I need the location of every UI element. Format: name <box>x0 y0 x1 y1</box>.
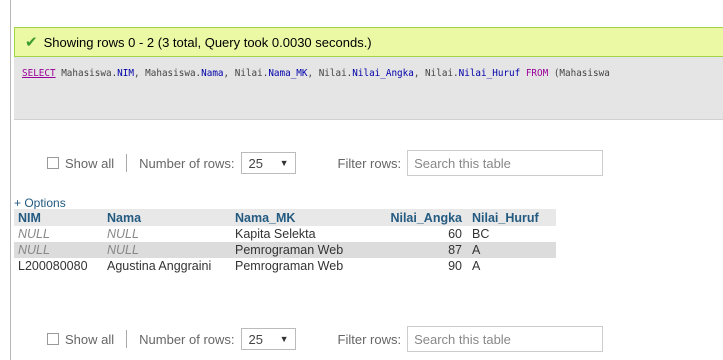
cell-nilai-huruf: BC <box>468 226 556 242</box>
table-row[interactable]: NULL NULL Kapita Selekta 60 BC <box>14 226 556 242</box>
cell-nama-mk: Pemrograman Web <box>231 242 367 258</box>
search-table-input[interactable] <box>407 326 604 352</box>
number-of-rows-label: Number of rows: <box>139 331 235 347</box>
sql-text-segment: , Nilai. <box>307 68 353 79</box>
sql-column-name: Nama <box>201 68 224 79</box>
sql-keyword: FROM <box>525 68 549 79</box>
column-header-nim[interactable]: NIM <box>14 209 103 226</box>
sql-query-box: SELECT Mahasiswa.NIM, Mahasiswa.Nama, Ni… <box>14 57 723 120</box>
cell-nim: L200080080 <box>14 258 103 274</box>
frame-left-border <box>10 0 11 360</box>
cell-nilai-huruf: A <box>468 242 556 258</box>
sql-column-name: Nama_MK <box>268 68 308 79</box>
sql-text-segment: (Mahasiswa <box>548 68 610 79</box>
cell-nama: Agustina Anggraini <box>103 258 231 274</box>
cell-nama: NULL <box>103 226 231 242</box>
dropdown-arrow-icon: ▼ <box>279 158 289 168</box>
cell-nim: NULL <box>14 242 103 258</box>
rows-per-page-value: 25 <box>248 331 263 347</box>
filter-rows-label: Filter rows: <box>337 331 402 347</box>
table-row[interactable]: L200080080 Agustina Anggraini Pemrograma… <box>14 258 556 274</box>
sql-text-segment: , Nilai. <box>223 68 269 79</box>
cell-nilai-huruf: A <box>468 258 556 274</box>
column-header-nama-mk[interactable]: Nama_MK <box>231 209 367 226</box>
table-header-row: NIM Nama Nama_MK Nilai_Angka Nilai_Huruf <box>14 209 556 226</box>
sql-column-name: Nilai_Huruf <box>458 68 521 79</box>
cell-nama-mk: Pemrograman Web <box>231 258 367 274</box>
success-message-bar: ✔ Showing rows 0 - 2 (3 total, Query too… <box>14 27 723 57</box>
table-navigation-top: Show all Number of rows: 25 ▼ Filter row… <box>47 150 604 176</box>
sql-select-keyword[interactable]: SELECT <box>22 68 56 79</box>
cell-nilai-angka: 60 <box>367 226 468 242</box>
column-header-nama[interactable]: Nama <box>103 209 231 226</box>
sql-text-segment: , Nilai. <box>413 68 459 79</box>
cell-nilai-angka: 87 <box>367 242 468 258</box>
show-all-label: Show all <box>65 331 115 347</box>
sql-text-segment: Mahasiswa. <box>55 68 118 79</box>
number-of-rows-label: Number of rows: <box>139 155 235 171</box>
cell-nim: NULL <box>14 226 103 242</box>
rows-per-page-select[interactable]: 25 ▼ <box>240 152 296 174</box>
column-header-nilai-huruf[interactable]: Nilai_Huruf <box>468 209 556 226</box>
dropdown-arrow-icon: ▼ <box>279 334 289 344</box>
sql-query-text[interactable]: SELECT Mahasiswa.NIM, Mahasiswa.Nama, Ni… <box>22 68 610 79</box>
options-link[interactable]: + Options <box>14 196 66 210</box>
sql-query-rest: Mahasiswa.NIM, Mahasiswa.Nama, Nilai.Nam… <box>56 68 610 79</box>
success-message-text: Showing rows 0 - 2 (3 total, Query took … <box>43 34 372 50</box>
table-row[interactable]: NULL NULL Pemrograman Web 87 A <box>14 242 556 258</box>
sql-column-name: Nilai_Angka <box>352 68 414 79</box>
show-all-checkbox[interactable] <box>47 157 59 169</box>
show-all-checkbox[interactable] <box>47 333 59 345</box>
filter-rows-label: Filter rows: <box>337 155 402 171</box>
search-table-input[interactable] <box>407 150 604 176</box>
rows-per-page-select[interactable]: 25 ▼ <box>240 328 296 350</box>
column-header-nilai-angka[interactable]: Nilai_Angka <box>367 209 468 226</box>
divider <box>126 330 128 348</box>
show-all-label: Show all <box>65 155 115 171</box>
cell-nilai-angka: 90 <box>367 258 468 274</box>
divider <box>126 154 128 172</box>
results-table: NIM Nama Nama_MK Nilai_Angka Nilai_Huruf… <box>14 209 556 274</box>
table-navigation-bottom: Show all Number of rows: 25 ▼ Filter row… <box>47 326 604 352</box>
sql-text-segment: , Mahasiswa. <box>133 68 202 79</box>
rows-per-page-value: 25 <box>248 155 263 171</box>
cell-nama-mk: Kapita Selekta <box>231 226 367 242</box>
cell-nama: NULL <box>103 242 231 258</box>
sql-column-name: NIM <box>117 68 134 79</box>
checkmark-icon: ✔ <box>25 34 38 51</box>
